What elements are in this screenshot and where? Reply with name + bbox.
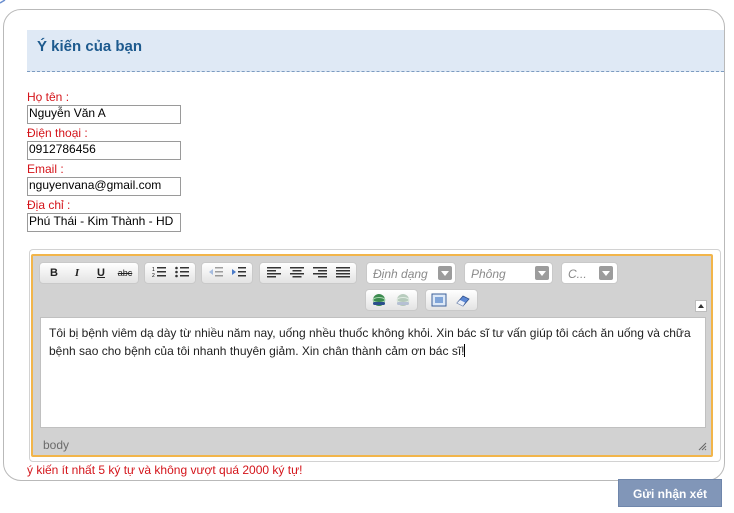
collapse-toolbar-icon[interactable] [695, 300, 707, 312]
select-all-icon[interactable] [431, 293, 447, 307]
form-title: Ý kiến của bạn [37, 38, 143, 55]
editor-content: Tôi bị bệnh viêm dạ dày từ nhiều năm nay… [49, 326, 691, 358]
list-toolbar: 12 [144, 262, 196, 284]
indent-toolbar [201, 262, 253, 284]
size-dropdown-icon[interactable] [599, 266, 613, 280]
font-select[interactable]: Phông [464, 262, 553, 284]
validation-hint: ý kiến ít nhất 5 ký tự và không vượt quá… [27, 463, 303, 477]
font-dropdown-icon[interactable] [535, 266, 549, 280]
font-select-value: Phông [471, 267, 506, 281]
format-select-value: Định dạng [373, 267, 428, 281]
align-justify-icon[interactable] [335, 266, 351, 280]
text-caret [464, 344, 466, 357]
align-left-icon[interactable] [266, 266, 282, 280]
outdent-icon[interactable] [208, 266, 224, 280]
element-path: body [43, 438, 70, 452]
link-toolbar [365, 289, 418, 311]
format-select[interactable]: Định dạng [366, 262, 456, 284]
name-label: Họ tên : [27, 90, 70, 104]
align-center-icon[interactable] [289, 266, 305, 280]
resize-handle-icon[interactable] [697, 441, 707, 451]
align-right-icon[interactable] [312, 266, 328, 280]
indent-icon[interactable] [231, 266, 247, 280]
size-select[interactable]: C... [561, 262, 618, 284]
email-label: Email : [27, 162, 64, 176]
phone-label: Điện thoại : [27, 126, 88, 140]
page-corner-mark [0, 0, 6, 4]
unlink-icon[interactable] [395, 293, 411, 307]
submit-button[interactable]: Gửi nhận xét [618, 479, 722, 507]
size-select-value: C... [568, 267, 587, 281]
rich-text-editor: B I U abc 12 Định dạng Phông C... Tôi bị… [31, 254, 713, 457]
bullet-list-icon[interactable] [174, 266, 190, 280]
address-field[interactable]: Phú Thái - Kim Thành - HD [27, 213, 181, 232]
tools-toolbar [425, 289, 478, 311]
bold-button[interactable]: B [46, 266, 62, 280]
address-label: Địa chỉ : [27, 198, 71, 212]
format-dropdown-icon[interactable] [438, 266, 452, 280]
strikethrough-button[interactable]: abc [117, 266, 133, 280]
link-icon[interactable] [371, 293, 387, 307]
text-style-toolbar: B I U abc [39, 262, 139, 284]
editor-content-area[interactable]: Tôi bị bệnh viêm dạ dày từ nhiều năm nay… [40, 317, 706, 428]
eraser-icon[interactable] [455, 293, 471, 307]
italic-button[interactable]: I [69, 266, 85, 280]
form-header: Ý kiến của bạn [27, 30, 724, 72]
name-field[interactable]: Nguyễn Văn A [27, 105, 181, 124]
align-toolbar [259, 262, 357, 284]
underline-button[interactable]: U [93, 266, 109, 280]
ordered-list-icon[interactable]: 12 [151, 266, 167, 280]
email-field[interactable]: nguyenvana@gmail.com [27, 177, 181, 196]
svg-text:2: 2 [152, 273, 155, 278]
phone-field[interactable]: 0912786456 [27, 141, 181, 160]
